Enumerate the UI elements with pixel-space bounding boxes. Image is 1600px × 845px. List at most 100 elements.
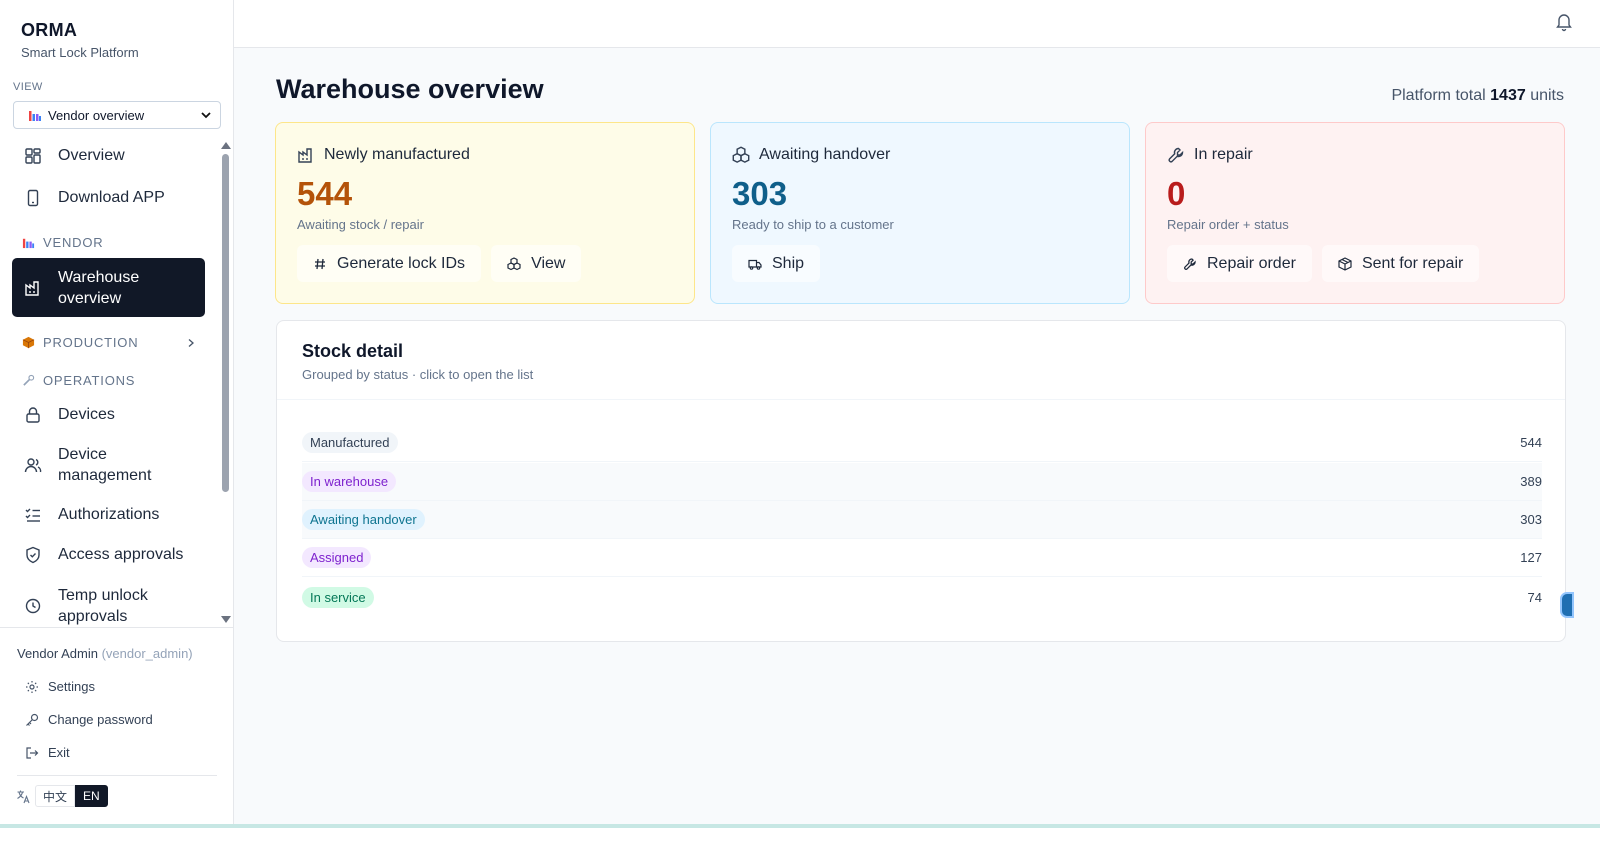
truck-icon	[748, 257, 762, 271]
sidebar-item-temp-unlock-approvals[interactable]: Temp unlock approvals	[12, 583, 205, 626]
factory-outline-icon	[297, 146, 315, 164]
tool-icon	[22, 374, 35, 387]
lang-zh-button[interactable]: 中文	[35, 785, 76, 807]
top-bar	[234, 0, 1600, 48]
shield-check-icon	[24, 546, 42, 564]
user-role: (vendor_admin)	[101, 646, 193, 661]
translate-icon	[16, 789, 31, 804]
section-vendor: VENDOR	[22, 235, 103, 250]
divider	[277, 399, 1565, 400]
package-icon	[1338, 256, 1352, 271]
stock-count: 389	[1520, 474, 1542, 489]
card-subtitle: Repair order + status	[1167, 217, 1289, 232]
box-icon	[22, 336, 35, 349]
generate-lock-ids-button[interactable]: Generate lock IDs	[297, 245, 482, 282]
button-label: Repair order	[1207, 254, 1296, 272]
settings-label: Settings	[48, 679, 95, 694]
clock-icon	[24, 597, 42, 615]
card-actions: Repair order Sent for repair	[1167, 245, 1480, 282]
stock-row-awaiting-handover[interactable]: Awaiting handover 303	[302, 501, 1542, 539]
label-line-2: overview	[58, 289, 122, 307]
card-header: In repair	[1167, 146, 1253, 164]
card-value: 0	[1167, 175, 1186, 212]
boxes-icon	[507, 256, 521, 271]
card-newly-manufactured: Newly manufactured 544 Awaiting stock / …	[275, 122, 695, 304]
sidebar-item-download-app[interactable]: Download APP	[12, 185, 205, 211]
chevron-down-icon	[200, 109, 212, 121]
sidebar-item-device-management[interactable]: Device management	[12, 442, 205, 488]
floating-help-button[interactable]	[1560, 592, 1574, 618]
sidebar-item-authorizations[interactable]: Authorizations	[12, 502, 205, 528]
warehouse-chart-icon	[24, 279, 42, 297]
status-badge: Awaiting handover	[302, 509, 425, 530]
stock-count: 74	[1527, 589, 1542, 605]
stock-row-in-warehouse[interactable]: In warehouse 389	[302, 463, 1542, 501]
view-select-value: Vendor overview	[48, 107, 145, 123]
scroll-down-arrow-icon[interactable]	[221, 616, 231, 623]
section-production[interactable]: PRODUCTION	[22, 335, 202, 350]
boxes-icon	[732, 146, 750, 164]
sidebar-footer: Vendor Admin (vendor_admin) Settings Cha…	[0, 627, 233, 845]
brand: ORMA Smart Lock Platform	[21, 20, 139, 60]
settings-link[interactable]: Settings	[25, 679, 95, 694]
section-operations: OPERATIONS	[22, 373, 135, 388]
page-title: Warehouse overview	[276, 74, 544, 104]
scrollbar-thumb[interactable]	[222, 154, 229, 492]
stock-subtitle: Grouped by status · click to open the li…	[302, 367, 534, 382]
stock-count: 127	[1520, 550, 1542, 565]
view-button[interactable]: View	[491, 245, 582, 282]
lock-icon	[24, 406, 42, 424]
status-badge: In warehouse	[302, 471, 397, 492]
wrench-icon	[1167, 146, 1185, 164]
bell-icon[interactable]	[1556, 12, 1572, 32]
change-password-link[interactable]: Change password	[25, 712, 153, 727]
users-icon	[24, 456, 42, 474]
card-actions: Generate lock IDs View	[297, 245, 582, 282]
card-subtitle: Awaiting stock / repair	[297, 217, 424, 232]
stock-row-manufactured[interactable]: Manufactured 544	[302, 424, 1542, 462]
label-line-2: management	[58, 467, 152, 484]
platform-total-suffix: units	[1530, 87, 1564, 104]
stock-row-assigned[interactable]: Assigned 127	[302, 539, 1542, 577]
button-label: Ship	[772, 254, 805, 272]
exit-label: Exit	[48, 745, 70, 760]
language-switcher: 中文 EN	[16, 785, 108, 807]
sidebar-item-label: Devices	[58, 406, 115, 423]
sidebar-item-label: Overview	[58, 147, 125, 164]
sidebar-item-access-approvals[interactable]: Access approvals	[12, 542, 205, 568]
stock-count: 303	[1520, 512, 1542, 527]
sidebar-item-label: Warehouse overview	[58, 267, 139, 309]
platform-total: Platform total 1437 units	[1391, 87, 1564, 105]
card-subtitle: Ready to ship to a customer	[732, 217, 894, 232]
sidebar-scrollbar[interactable]	[220, 140, 231, 626]
section-label: OPERATIONS	[43, 373, 136, 388]
change-password-label: Change password	[48, 712, 153, 727]
scroll-up-arrow-icon[interactable]	[221, 142, 231, 149]
checklist-icon	[24, 506, 42, 524]
view-label: VIEW	[13, 81, 43, 93]
sent-for-repair-button[interactable]: Sent for repair	[1321, 245, 1480, 282]
platform-total-value: 1437	[1490, 87, 1526, 104]
exit-link[interactable]: Exit	[25, 745, 70, 760]
label-line-1: Warehouse	[58, 268, 140, 286]
card-actions: Ship	[732, 245, 821, 282]
status-badge: In service	[302, 586, 374, 608]
grid-icon	[24, 147, 42, 165]
brand-subtitle: Smart Lock Platform	[21, 45, 139, 60]
platform-total-prefix: Platform total	[1391, 87, 1486, 104]
ship-button[interactable]: Ship	[732, 245, 821, 282]
lang-en-button[interactable]: EN	[75, 785, 108, 807]
view-select[interactable]: Vendor overview	[13, 101, 221, 129]
stock-title: Stock detail	[302, 341, 404, 361]
sidebar-item-label: Temp unlock approvals	[58, 585, 148, 626]
label-line-1: Temp unlock	[58, 587, 148, 604]
hash-icon	[313, 257, 327, 271]
stock-row-in-service[interactable]: In service 74	[302, 578, 1542, 616]
card-title: Awaiting handover	[759, 146, 891, 163]
repair-order-button[interactable]: Repair order	[1167, 245, 1312, 282]
sidebar-item-label: Authorizations	[58, 506, 160, 523]
card-title: In repair	[1194, 146, 1253, 163]
sidebar-item-warehouse-overview[interactable]: Warehouse overview	[12, 258, 205, 317]
sidebar-item-overview[interactable]: Overview	[12, 143, 205, 169]
sidebar-item-devices[interactable]: Devices	[12, 402, 205, 428]
